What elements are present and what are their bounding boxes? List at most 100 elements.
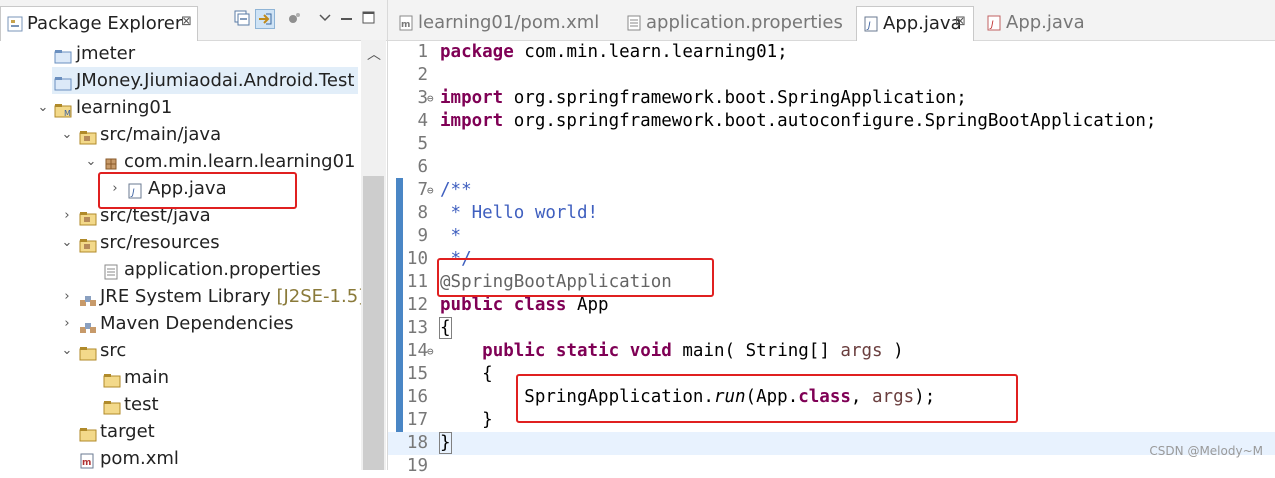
code-line[interactable]: 9 * <box>388 225 1275 248</box>
tree-item[interactable]: ⌄ src/resources <box>0 229 360 256</box>
scrollbar-thumb[interactable] <box>363 176 384 470</box>
tree-item-label: pom.xml <box>100 448 179 469</box>
java-file-icon: J <box>863 16 879 37</box>
code-line[interactable]: 19 <box>388 455 1275 478</box>
line-number: 2 <box>417 65 428 85</box>
fold-toggle-icon[interactable]: ⊖ <box>427 340 434 363</box>
code-token: import <box>440 111 504 131</box>
chevron-right-icon[interactable]: › <box>60 310 74 337</box>
code-line[interactable]: 5 <box>388 133 1275 156</box>
link-with-editor-icon[interactable] <box>255 9 275 29</box>
maven-pom-icon: m <box>398 15 414 36</box>
code-token: { <box>440 364 493 384</box>
chevron-right-icon[interactable]: › <box>60 202 74 229</box>
editor-tab[interactable]: application.properties <box>620 6 852 40</box>
java-file-error-icon: J <box>986 15 1002 36</box>
editor-tab[interactable]: m learning01/pom.xml <box>392 6 606 40</box>
tree-item-label: JRE System Library [J2SE-1.5] <box>100 286 366 307</box>
code-line[interactable]: 2 <box>388 64 1275 87</box>
tree-item[interactable]: target <box>0 418 360 445</box>
code-line[interactable]: 8 * Hello world! <box>388 202 1275 225</box>
code-text: public class App <box>440 294 609 317</box>
code-line[interactable]: 14 ⊖ public static void main( String[] ar… <box>388 340 1275 363</box>
package-explorer-title: Package Explorer <box>27 13 183 34</box>
code-token: org.springframework.boot.SpringApplicati… <box>503 88 967 108</box>
view-menu-icon[interactable] <box>286 9 304 27</box>
tree-item[interactable]: ⌄ Mlearning01 <box>0 94 360 121</box>
chevron-right-icon[interactable]: › <box>60 283 74 310</box>
code-token: } <box>439 432 452 454</box>
line-number: 5 <box>417 134 428 154</box>
code-token: * <box>440 226 462 246</box>
tree-item[interactable]: › JRE System Library [J2SE-1.5] <box>0 283 365 310</box>
code-text: { <box>439 317 452 340</box>
xml-file-icon: m <box>79 450 95 477</box>
code-text: import org.springframework.boot.SpringAp… <box>440 87 967 110</box>
tree-item[interactable]: ⌄ src/main/java <box>0 121 360 148</box>
code-text: package com.min.learn.learning01; <box>440 41 788 64</box>
code-token: { <box>439 317 452 339</box>
tree-item[interactable]: main <box>0 364 360 391</box>
code-line[interactable]: 6 <box>388 156 1275 179</box>
tree-item[interactable]: JMoney.Jiumiaodai.Android.Test <box>52 67 358 94</box>
close-tab-icon[interactable]: ⊠ <box>955 14 966 29</box>
editor-tab[interactable]: J App.java ⊠ <box>856 6 974 41</box>
tree-item[interactable]: jmeter <box>0 40 360 67</box>
close-view-icon[interactable]: ⊠ <box>181 14 192 29</box>
minimize-icon[interactable] <box>338 9 356 27</box>
line-number: 16 <box>406 387 428 407</box>
tree-item[interactable]: ⌄ com.min.learn.learning01 <box>0 148 360 175</box>
chevron-down-icon[interactable]: ⌄ <box>60 121 74 148</box>
code-line[interactable]: 1 package com.min.learn.learning01; <box>388 41 1275 64</box>
chevron-down-icon[interactable]: ⌄ <box>60 337 74 364</box>
line-number: 6 <box>417 157 428 177</box>
code-line[interactable]: 7 ⊖ /** <box>388 179 1275 202</box>
line-number: 9 <box>417 226 428 246</box>
code-text: import org.springframework.boot.autoconf… <box>440 110 1156 133</box>
code-line[interactable]: 3 ⊖ import org.springframework.boot.Spring… <box>388 87 1275 110</box>
watermark: CSDN @Melody~M <box>1149 444 1263 458</box>
tree-item-label: main <box>124 367 169 388</box>
collapse-all-icon[interactable] <box>232 9 250 27</box>
line-number: 19 <box>406 456 428 476</box>
tree-item[interactable]: m pom.xml <box>0 445 360 472</box>
code-text: /** <box>440 179 472 202</box>
line-number: 18 <box>406 433 428 453</box>
tree-item[interactable]: application.properties <box>0 256 360 283</box>
package-explorer-tab[interactable]: Package Explorer ⊠ <box>0 6 198 41</box>
tree-item-label: src/resources <box>100 232 220 253</box>
maximize-icon[interactable] <box>360 9 378 27</box>
chevron-down-icon[interactable] <box>316 9 334 27</box>
chevron-up-icon[interactable]: ︿ <box>367 44 381 64</box>
code-line[interactable]: 18} <box>388 432 1275 455</box>
editor-tab-bar: m learning01/pom.xml application.propertie… <box>388 0 1275 41</box>
code-token: package <box>440 42 514 62</box>
code-line[interactable]: 12 public class App <box>388 294 1275 317</box>
code-line[interactable]: 13 { <box>388 317 1275 340</box>
code-token: com.min.learn.learning01; <box>513 42 788 62</box>
code-token: public <box>482 341 546 361</box>
line-number: 14 <box>406 341 428 361</box>
tree-item[interactable]: ⌄ src <box>0 337 360 364</box>
code-token: void <box>629 341 672 361</box>
tree-item-label: target <box>100 421 155 442</box>
code-token: static <box>555 341 620 361</box>
tree-item[interactable]: › Maven Dependencies <box>0 310 360 337</box>
tree-item[interactable]: test <box>0 391 360 418</box>
tree-scrollbar[interactable]: ︿ <box>361 40 386 470</box>
chevron-down-icon[interactable]: ⌄ <box>84 148 98 175</box>
code-token: App <box>566 295 609 315</box>
tree-item-decoration: [J2SE-1.5] <box>276 286 366 307</box>
code-line[interactable]: 4 import org.springframework.boot.autocon… <box>388 110 1275 133</box>
package-explorer-icon <box>7 16 23 36</box>
chevron-down-icon[interactable]: ⌄ <box>60 229 74 256</box>
chevron-down-icon[interactable]: ⌄ <box>36 94 50 121</box>
fold-toggle-icon[interactable]: ⊖ <box>427 87 434 110</box>
editor-tab[interactable]: J App.java <box>980 6 1160 40</box>
package-explorer-view: Package Explorer ⊠ jmeter JMoney.Jiumiaod… <box>0 0 388 470</box>
line-number: 17 <box>406 410 428 430</box>
line-number: 15 <box>406 364 428 384</box>
fold-toggle-icon[interactable]: ⊖ <box>427 179 434 202</box>
